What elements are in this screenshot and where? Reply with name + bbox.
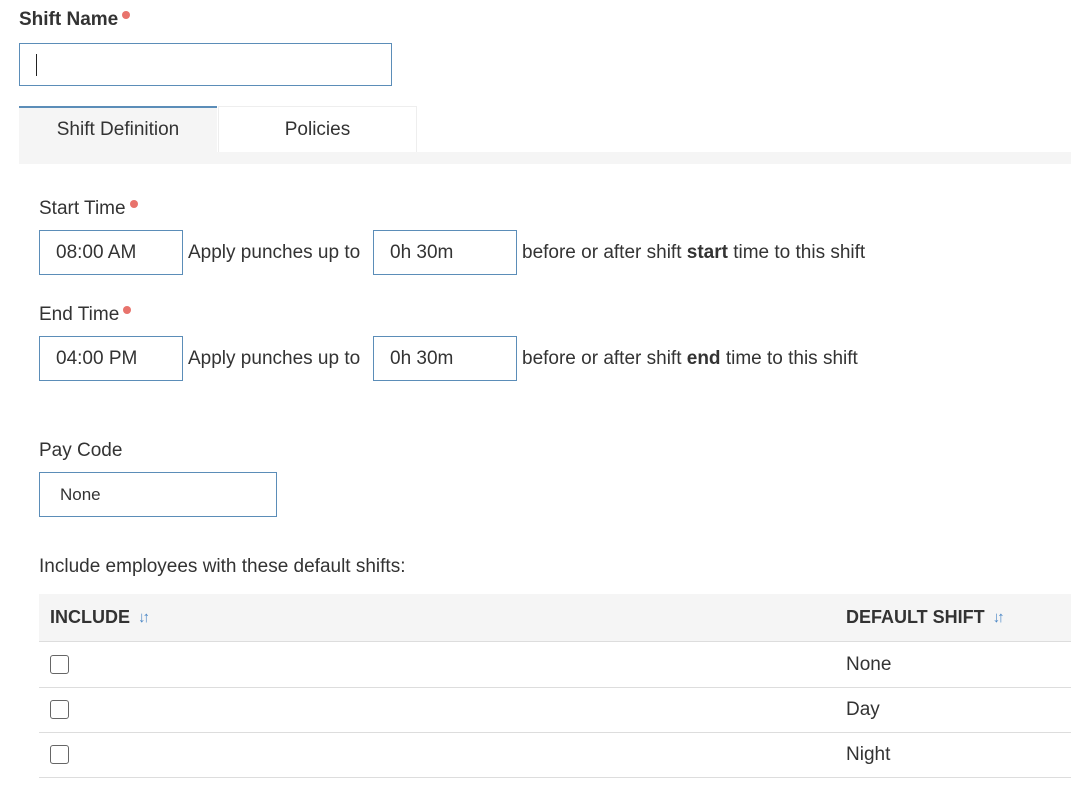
end-window-input[interactable]: 0h 30m (373, 336, 517, 381)
end-window-value: 0h 30m (390, 347, 454, 369)
start-suffix-after: time to this shift (733, 242, 866, 263)
shift-name-label-text: Shift Name (19, 9, 119, 30)
end-suffix-before: before or after shift (522, 348, 682, 369)
include-checkbox[interactable] (50, 655, 69, 674)
table-row: Day (39, 688, 1071, 733)
default-shifts-caption: Include employees with these default shi… (39, 556, 406, 577)
default-shift-cell: Night (846, 744, 891, 765)
text-caret (36, 54, 37, 76)
end-time-label: End Time (39, 304, 132, 326)
tab-policies[interactable]: Policies (218, 106, 417, 152)
end-suffix-bold: end (686, 348, 721, 369)
tab-shift-definition-label: Shift Definition (56, 119, 180, 140)
column-header-include[interactable]: INCLUDE ↓↑ (50, 607, 150, 628)
required-dot-icon (129, 200, 138, 208)
start-time-label: Start Time (39, 198, 138, 220)
column-header-default-shift-label: DEFAULT SHIFT (846, 607, 985, 627)
end-time-value: 04:00 PM (56, 347, 138, 369)
shift-name-label: Shift Name (19, 9, 131, 31)
tab-panel-divider (19, 152, 1071, 164)
include-checkbox[interactable] (50, 745, 69, 764)
start-time-value: 08:00 AM (56, 241, 137, 263)
start-window-value: 0h 30m (390, 241, 454, 263)
column-header-include-label: INCLUDE (50, 607, 130, 627)
include-checkbox[interactable] (50, 700, 69, 719)
sort-arrows-icon[interactable]: ↓↑ (993, 609, 1005, 626)
start-suffix-text: before or after shift start time to this… (522, 242, 865, 264)
pay-code-select[interactable]: None (39, 472, 277, 517)
default-shift-cell: None (846, 654, 892, 675)
sort-arrows-icon[interactable]: ↓↑ (138, 609, 150, 626)
required-dot-icon (122, 11, 131, 19)
end-suffix-text: before or after shift end time to this s… (522, 348, 858, 370)
start-suffix-bold: start (686, 242, 728, 263)
pay-code-label: Pay Code (39, 440, 123, 461)
column-header-default-shift[interactable]: DEFAULT SHIFT ↓↑ (846, 607, 1005, 628)
tab-bar: Shift Definition Policies (19, 106, 1071, 152)
shift-name-input[interactable] (19, 43, 392, 86)
start-time-input[interactable]: 08:00 AM (39, 230, 183, 275)
required-dot-icon (123, 306, 132, 314)
end-suffix-after: time to this shift (725, 348, 858, 369)
end-time-input[interactable]: 04:00 PM (39, 336, 183, 381)
pay-code-value: None (60, 484, 101, 504)
table-header: INCLUDE ↓↑ DEFAULT SHIFT ↓↑ (39, 594, 1071, 642)
tab-shift-definition[interactable]: Shift Definition (19, 106, 217, 152)
start-suffix-before: before or after shift (522, 242, 682, 263)
start-time-label-text: Start Time (39, 198, 126, 219)
end-apply-text: Apply punches up to (188, 348, 361, 369)
start-window-input[interactable]: 0h 30m (373, 230, 517, 275)
table-row: None (39, 643, 1071, 688)
default-shift-cell: Day (846, 699, 880, 720)
table-row: Night (39, 733, 1071, 778)
end-time-label-text: End Time (39, 304, 120, 325)
tab-policies-label: Policies (284, 118, 351, 140)
start-apply-text: Apply punches up to (188, 242, 361, 263)
